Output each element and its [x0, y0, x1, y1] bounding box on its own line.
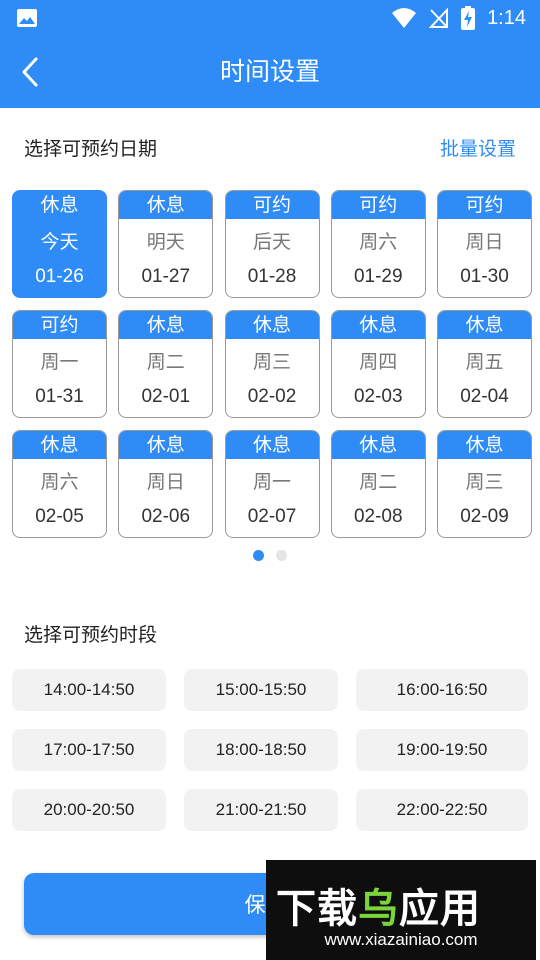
date-weekday: 今天	[40, 231, 79, 253]
date-value: 02-05	[35, 506, 84, 527]
time-slot-button[interactable]: 16:00-16:50	[356, 669, 528, 711]
date-grid: 休息 今天 01-26 休息 明天 01-27 可约 后天 01-28 可约 周六 01-29 可约 周日…	[12, 190, 532, 538]
date-value: 01-26	[35, 266, 84, 287]
date-card[interactable]: 休息周六 02-05	[12, 430, 107, 538]
date-weekday: 周日	[146, 471, 185, 493]
date-section-title: 选择可预约日期	[24, 138, 158, 160]
date-status-label: 休息	[438, 431, 531, 459]
date-weekday: 周二	[359, 471, 398, 493]
date-weekday: 周五	[465, 351, 504, 373]
date-weekday: 周四	[359, 351, 398, 373]
date-status-label: 可约	[225, 191, 319, 219]
date-value: 02-01	[141, 386, 191, 407]
date-status-label: 休息	[331, 311, 425, 339]
date-value: 02-08	[353, 506, 403, 527]
date-card[interactable]: 休息周五 02-04	[437, 310, 532, 418]
date-card[interactable]: 休息周四 02-03	[330, 310, 426, 418]
page-dot[interactable]	[253, 550, 264, 561]
date-status-label: 休息	[225, 311, 319, 339]
date-weekday: 周六	[359, 231, 398, 253]
date-weekday: 周一	[252, 471, 291, 493]
date-value: 02-03	[353, 386, 403, 407]
date-card[interactable]: 可约后天 01-28	[224, 190, 320, 298]
date-weekday: 周三	[465, 471, 504, 493]
date-status-label: 休息	[13, 431, 106, 459]
save-button-label: 保	[244, 893, 266, 917]
date-card[interactable]: 可约周六 01-29	[330, 190, 426, 298]
date-card[interactable]: 休息周二 02-01	[118, 310, 214, 418]
date-value: 01-29	[353, 266, 403, 287]
date-value: 02-02	[247, 386, 297, 407]
date-status-label: 休息	[331, 431, 425, 459]
date-status-label: 可约	[438, 191, 531, 219]
date-status-label: 休息	[119, 311, 213, 339]
watermark-title: 下载乌应用	[276, 886, 481, 932]
date-weekday: 周一	[40, 351, 79, 373]
date-weekday: 后天	[252, 231, 291, 253]
date-weekday: 周日	[465, 231, 504, 253]
date-status-label: 可约	[331, 191, 425, 219]
date-value: 02-07	[247, 506, 297, 527]
time-slot-button[interactable]: 17:00-17:50	[12, 729, 166, 771]
time-section-title: 选择可预约时段	[24, 624, 158, 646]
watermark-url: www.xiazainiao.com	[324, 930, 478, 949]
watermark-logo: 下载乌应用 www.xiazainiao.com	[266, 860, 536, 960]
date-card[interactable]: 可约周日 01-30	[437, 190, 532, 298]
date-card[interactable]: 可约周一 01-31	[12, 310, 107, 418]
battery-charging-icon	[461, 6, 476, 30]
date-card[interactable]: 休息周一 02-07	[224, 430, 320, 538]
date-value: 01-27	[141, 266, 191, 287]
time-slot-button[interactable]: 20:00-20:50	[12, 789, 166, 831]
date-weekday: 明天	[146, 231, 185, 253]
batch-settings-link[interactable]: 批量设置	[440, 134, 516, 161]
time-slot-button[interactable]: 22:00-22:50	[356, 789, 528, 831]
status-time: 1:14	[487, 6, 526, 29]
status-bar: 1:14	[0, 0, 540, 36]
page-title: 时间设置	[219, 57, 320, 86]
date-status-label: 休息	[119, 191, 213, 219]
time-slot-grid: 14:00-14:50 15:00-15:50 16:00-16:50 17:00-1…	[12, 669, 528, 831]
time-slot-button[interactable]: 18:00-18:50	[184, 729, 338, 771]
page-dot[interactable]	[276, 550, 287, 561]
time-slot-button[interactable]: 14:00-14:50	[12, 669, 166, 711]
date-weekday: 周六	[40, 471, 79, 493]
date-weekday: 周三	[252, 351, 291, 373]
time-slot-button[interactable]: 15:00-15:50	[184, 669, 338, 711]
date-status-label: 可约	[13, 311, 106, 339]
wifi-icon	[392, 8, 417, 28]
date-card[interactable]: 休息周日 02-06	[118, 430, 214, 538]
date-value: 02-04	[460, 386, 509, 407]
date-value: 01-30	[460, 266, 509, 287]
date-card[interactable]: 休息周三 02-02	[224, 310, 320, 418]
time-slot-button[interactable]: 19:00-19:50	[356, 729, 528, 771]
date-status-label: 休息	[438, 311, 531, 339]
date-status-label: 休息	[225, 431, 319, 459]
page-indicator	[0, 550, 540, 561]
header: 1:14 时间设置	[0, 0, 540, 108]
date-card[interactable]: 休息周三 02-09	[437, 430, 532, 538]
date-card[interactable]: 休息明天 01-27	[118, 190, 214, 298]
date-card[interactable]: 休息今天 01-26	[12, 190, 107, 298]
date-card[interactable]: 休息周二 02-08	[330, 430, 426, 538]
date-weekday: 周二	[146, 351, 185, 373]
date-status-label: 休息	[119, 431, 213, 459]
no-signal-icon	[429, 7, 449, 28]
time-slot-button[interactable]: 21:00-21:50	[184, 789, 338, 831]
date-value: 02-06	[141, 506, 191, 527]
date-value: 02-09	[460, 506, 509, 527]
date-value: 01-28	[247, 266, 297, 287]
gallery-icon	[17, 9, 37, 27]
date-status-label: 休息	[13, 191, 106, 219]
date-value: 01-31	[35, 386, 84, 407]
